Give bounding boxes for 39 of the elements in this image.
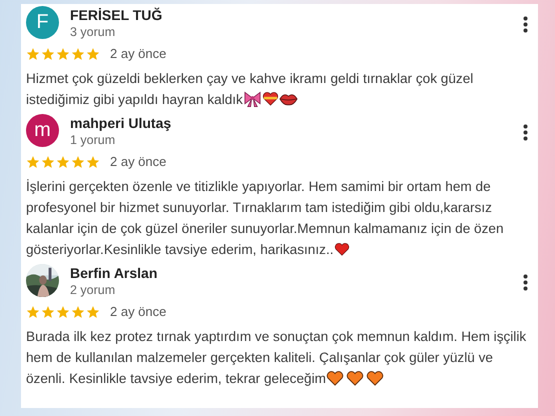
bow-icon <box>242 91 262 107</box>
review-text: Hizmet çok güzeldi beklerken çay ve kahve ikramı geldi tırnaklar çok güzel istediğimiz gibi yapıldı hayran kaldık <box>26 70 474 109</box>
heart-icon <box>346 370 364 386</box>
lips-icon <box>278 92 298 106</box>
heart-icon <box>262 91 279 106</box>
review-date: 2 ay önce <box>110 46 166 61</box>
reviewer-name: FERİSEL TUĞ <box>70 6 162 22</box>
star-icon <box>86 304 100 318</box>
review-count: 1 yorum <box>70 132 116 146</box>
star-icon <box>26 154 40 168</box>
star-icon <box>56 304 70 318</box>
star-icon <box>56 154 70 168</box>
star-icon <box>56 46 70 60</box>
star-icon <box>41 304 55 318</box>
heart-icon <box>366 370 384 386</box>
star-icon <box>86 46 100 60</box>
star-icon <box>41 46 55 60</box>
more-options-icon[interactable] <box>523 16 528 33</box>
star-icon <box>86 154 100 168</box>
review-date: 2 ay önce <box>110 304 166 319</box>
star-icon <box>71 154 85 168</box>
star-icon <box>26 46 40 60</box>
review-count: 3 yorum <box>70 24 116 38</box>
review-text: İşlerini gerçekten özenle ve titizlikle yapıyorlar. Hem samimi bir ortam hem de profesyonel bir hizmet sunuyorlar. Tırnaklarım tam istediğim gibi oldu,kararsız kalanlar için de çok güzel öneriler sunuyorlar.Memnun kalmamanız için de özen gösteriyorlar.Kesinlikle tavsiye ederim, harikasınız.. <box>26 178 505 259</box>
star-icon <box>26 304 40 318</box>
more-options-icon[interactable] <box>523 124 528 141</box>
avatar: F <box>26 6 59 39</box>
review-date: 2 ay önce <box>110 154 166 169</box>
avatar: m <box>26 114 59 147</box>
star-icon <box>41 154 55 168</box>
heart-icon <box>334 242 350 256</box>
heart-icon <box>326 370 344 386</box>
reviewer-name: Berfin Arslan <box>70 264 158 280</box>
star-icon <box>71 304 85 318</box>
review-text: Burada ilk kez protez tırnak yaptırdım ve sonuçtan çok memnun kaldım. Hem işçilik hem de kullanılan malzemeler gerçekten kaliteli. Çalışanlar çok güler yüzlü ve özenli. Kesinlikle tavsiye ederim, tekrar geleceğim <box>26 328 528 388</box>
review-count: 2 yorum <box>70 282 116 296</box>
star-icon <box>71 46 85 60</box>
more-options-icon[interactable] <box>523 274 528 291</box>
reviewer-name: mahperi Ulutaş <box>70 114 172 130</box>
